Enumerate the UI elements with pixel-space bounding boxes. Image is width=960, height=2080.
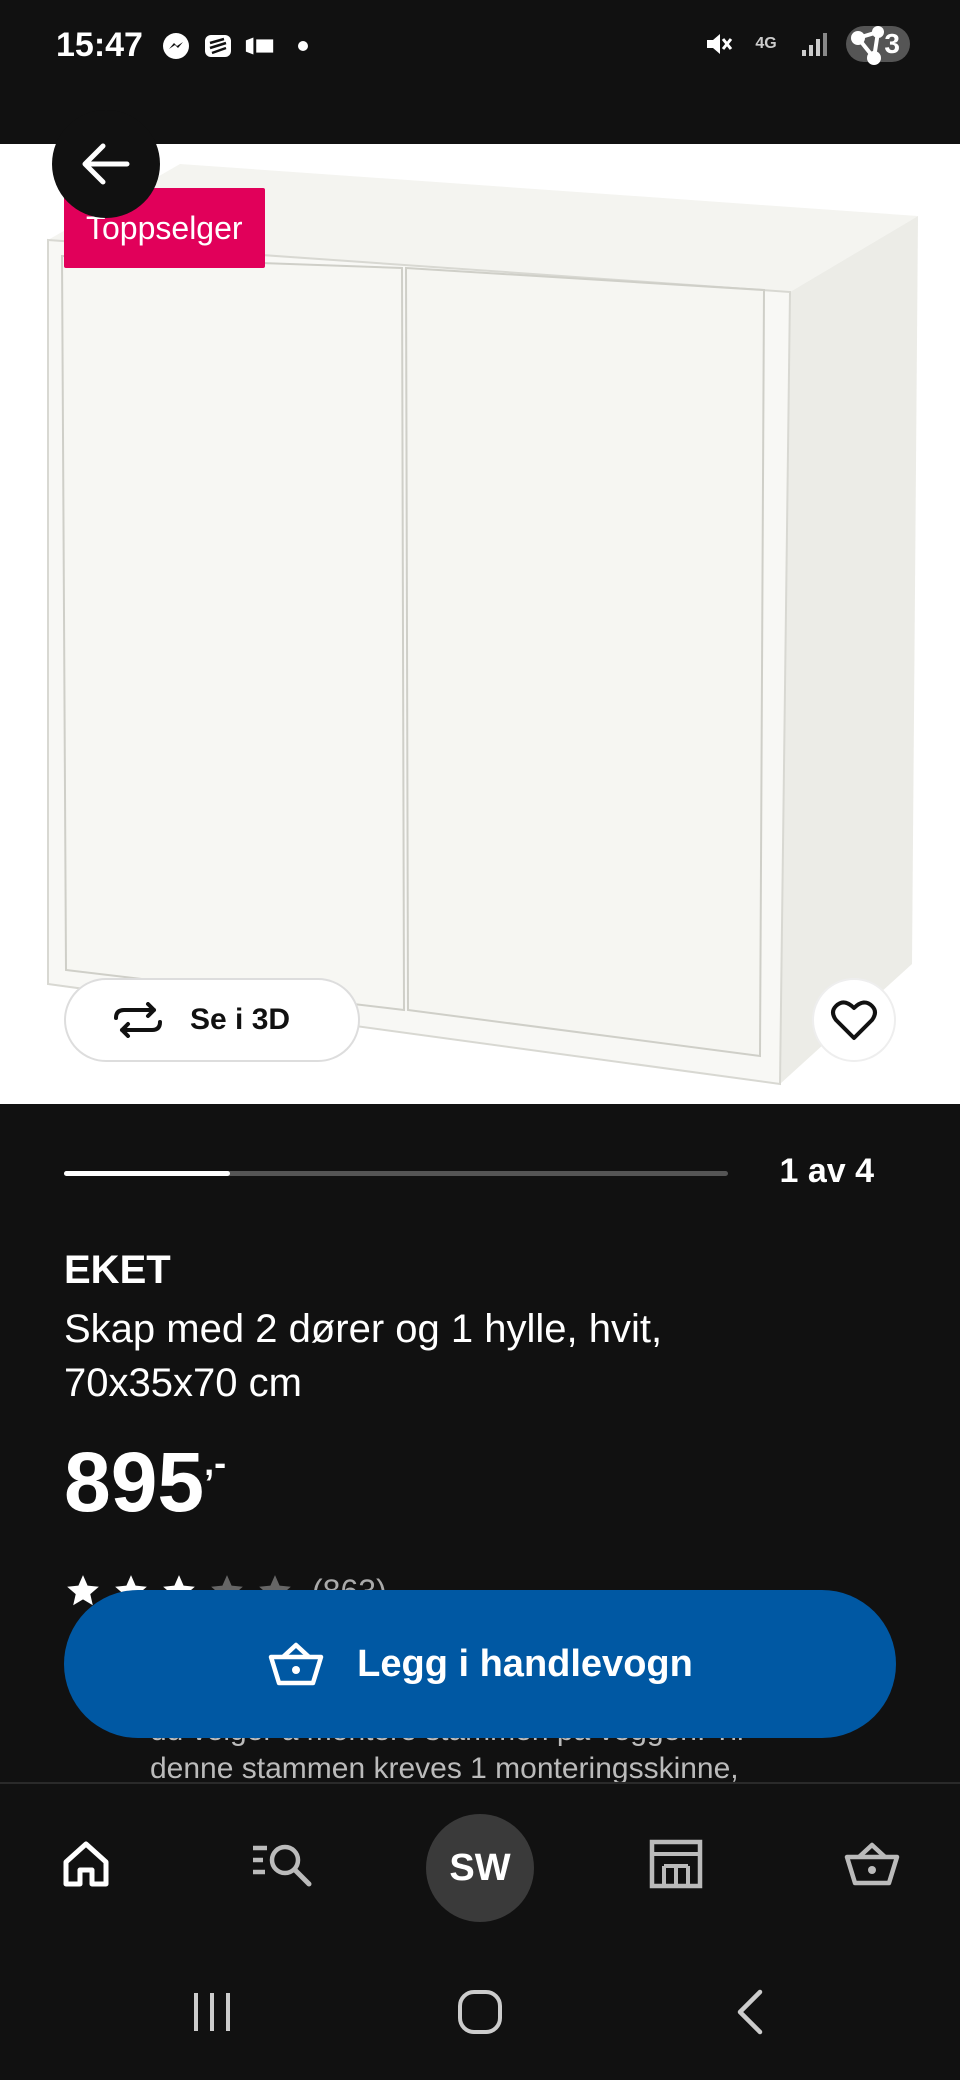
store-icon bbox=[649, 1839, 703, 1889]
recent-apps-button[interactable] bbox=[172, 1982, 252, 2042]
status-bar: 15:47 4G 3 bbox=[0, 0, 960, 144]
app-notification-icon bbox=[202, 30, 234, 62]
messenger-icon bbox=[160, 30, 192, 62]
cabinet-illustration bbox=[0, 144, 960, 1104]
nav-cart[interactable] bbox=[832, 1824, 912, 1904]
product-price: 895 ,- bbox=[64, 1434, 226, 1531]
network-type-icon: 4G bbox=[755, 35, 777, 52]
price-value: 895 bbox=[64, 1435, 205, 1529]
add-to-cart-button[interactable]: Legg i handlevogn bbox=[64, 1590, 896, 1738]
carousel-progress bbox=[64, 1171, 728, 1176]
nav-home[interactable] bbox=[46, 1824, 126, 1904]
carousel-progress-fill bbox=[64, 1171, 230, 1176]
back-system-button[interactable] bbox=[710, 1982, 790, 2042]
carousel-counter: 1 av 4 bbox=[779, 1152, 874, 1190]
cart-icon bbox=[844, 1842, 900, 1886]
home-icon bbox=[63, 1841, 109, 1887]
notification-count-badge: 3 bbox=[846, 26, 910, 65]
back-button[interactable] bbox=[52, 110, 160, 218]
heart-icon bbox=[831, 1000, 877, 1040]
avatar[interactable]: SW bbox=[426, 1814, 534, 1922]
signal-icon bbox=[798, 28, 830, 60]
see-in-3d-label: Se i 3D bbox=[190, 1003, 291, 1036]
shopping-basket-icon bbox=[268, 1642, 324, 1686]
see-in-3d-button[interactable]: Se i 3D bbox=[64, 978, 360, 1062]
bottom-navigation: SW bbox=[0, 1782, 960, 1942]
product-description: Skap med 2 dører og 1 hylle, hvit, 70x35… bbox=[64, 1307, 663, 1405]
arrow-left-icon bbox=[82, 143, 130, 185]
media-icon bbox=[244, 30, 276, 62]
status-time: 15:47 bbox=[56, 26, 143, 64]
more-notifications-dot bbox=[298, 41, 308, 51]
mute-icon bbox=[702, 28, 734, 60]
favorite-button[interactable] bbox=[812, 978, 896, 1062]
search-icon bbox=[253, 1844, 312, 1887]
system-navigation bbox=[0, 1942, 960, 2080]
price-suffix: ,- bbox=[204, 1442, 227, 1483]
nav-stores[interactable] bbox=[636, 1824, 716, 1904]
recent-apps-icon bbox=[194, 1993, 230, 2031]
rotate-3d-icon bbox=[114, 1002, 162, 1038]
home-system-button[interactable] bbox=[440, 1982, 520, 2042]
product-name: EKET bbox=[64, 1248, 171, 1292]
home-circle-icon bbox=[458, 1990, 502, 2034]
chevron-left-icon bbox=[737, 1989, 763, 2035]
add-to-cart-label: Legg i handlevogn bbox=[357, 1642, 693, 1685]
product-image[interactable] bbox=[0, 144, 960, 1104]
status-system-icons: 4G 3 bbox=[702, 26, 910, 65]
nav-search[interactable] bbox=[242, 1824, 322, 1904]
status-notification-icons bbox=[160, 30, 308, 62]
